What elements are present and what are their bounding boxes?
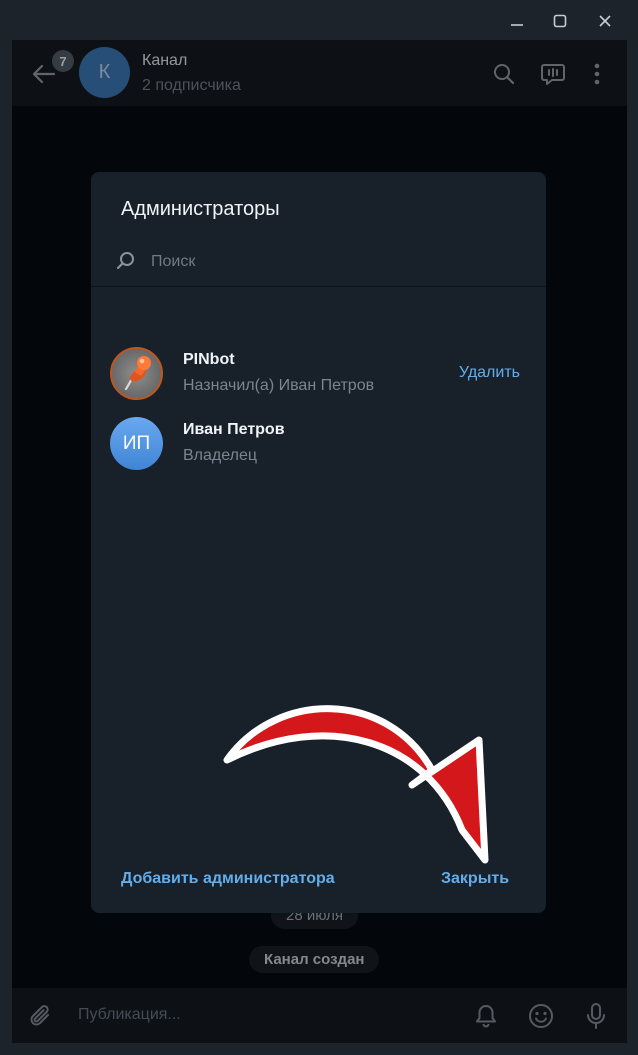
search-icon [115, 250, 137, 277]
search-box [113, 244, 523, 278]
admin-name: PINbot [183, 351, 235, 368]
dialog-title: Администраторы [121, 198, 280, 220]
window-titlebar [0, 0, 638, 40]
annotation-arrow-icon [223, 705, 489, 864]
minimize-icon[interactable] [504, 8, 530, 34]
remove-admin-button[interactable]: Удалить [459, 364, 520, 382]
close-icon[interactable] [592, 8, 618, 34]
pushpin-avatar [110, 347, 163, 400]
admin-row[interactable]: ИП Иван Петров Владелец [91, 414, 546, 482]
search-input[interactable] [149, 248, 513, 276]
telegram-app: 7 К Канал 2 подписчика 28 июля Канал соз… [12, 40, 627, 1043]
admin-role: Назначил(а) Иван Петров [183, 377, 375, 394]
avatar: ИП [110, 417, 163, 470]
admin-row[interactable]: PINbot Назначил(а) Иван Петров Удалить [91, 344, 546, 412]
admin-role: Владелец [183, 447, 258, 464]
divider [91, 286, 546, 287]
admin-name: Иван Петров [183, 421, 285, 438]
maximize-icon[interactable] [547, 8, 573, 34]
